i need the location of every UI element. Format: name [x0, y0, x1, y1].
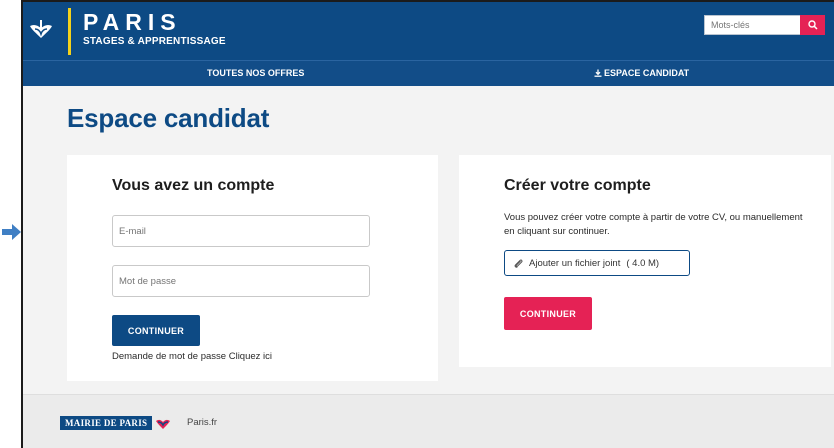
login-card: Vous avez un compte CONTINUER Demande de…: [67, 155, 438, 381]
search-icon: [807, 20, 818, 30]
page-title: Espace candidat: [67, 103, 270, 133]
create-account-title: Créer votre compte: [504, 177, 651, 194]
page: PARIS STAGES & APPRENTISSAGE TOUTES NOS …: [23, 2, 834, 448]
brand-title[interactable]: PARIS: [83, 10, 182, 34]
logo-divider: [68, 8, 71, 55]
side-arrow-icon: [2, 224, 21, 240]
login-continue-button[interactable]: CONTINUER: [112, 315, 200, 346]
nav-toutes-nos-offres[interactable]: TOUTES NOS OFFRES: [207, 68, 304, 78]
forgot-password-text: Demande de mot de passe: [112, 351, 227, 362]
mairie-de-paris-label: MAIRIE DE PARIS: [60, 416, 153, 430]
nav-espace-candidat[interactable]: ESPACE CANDIDAT: [594, 68, 689, 78]
mairie-de-paris-logo[interactable]: MAIRIE DE PARIS: [60, 415, 171, 431]
download-icon: [594, 69, 602, 77]
search-box: [704, 15, 825, 35]
site-header: PARIS STAGES & APPRENTISSAGE: [23, 2, 834, 60]
password-field[interactable]: [112, 265, 370, 297]
forgot-password: Demande de mot de passe Cliquez ici: [112, 351, 272, 362]
login-card-title: Vous avez un compte: [112, 177, 275, 194]
email-field[interactable]: [112, 215, 370, 247]
brand-subtitle: STAGES & APPRENTISSAGE: [83, 36, 226, 47]
create-account-card: Créer votre compte Vous pouvez créer vot…: [459, 155, 831, 367]
mairie-ship-icon: [155, 416, 171, 430]
nav-espace-candidat-label: ESPACE CANDIDAT: [604, 68, 690, 78]
search-input[interactable]: [704, 15, 802, 35]
search-button[interactable]: [800, 15, 825, 35]
paris-ship-icon[interactable]: [28, 16, 54, 42]
paris-fr-link[interactable]: Paris.fr: [187, 417, 217, 428]
attach-file-label: Ajouter un fichier joint: [529, 257, 621, 269]
paperclip-icon: [513, 258, 524, 269]
create-account-description: Vous pouvez créer votre compte à partir …: [504, 212, 803, 237]
create-continue-button[interactable]: CONTINUER: [504, 297, 592, 330]
site-footer: MAIRIE DE PARIS Paris.fr: [23, 394, 834, 448]
main-nav: TOUTES NOS OFFRES ESPACE CANDIDAT: [23, 60, 834, 86]
forgot-password-link[interactable]: Cliquez ici: [229, 351, 272, 362]
attach-file-button[interactable]: Ajouter un fichier joint ( 4.0 M): [504, 250, 690, 276]
attach-file-size: ( 4.0 M): [626, 257, 660, 269]
